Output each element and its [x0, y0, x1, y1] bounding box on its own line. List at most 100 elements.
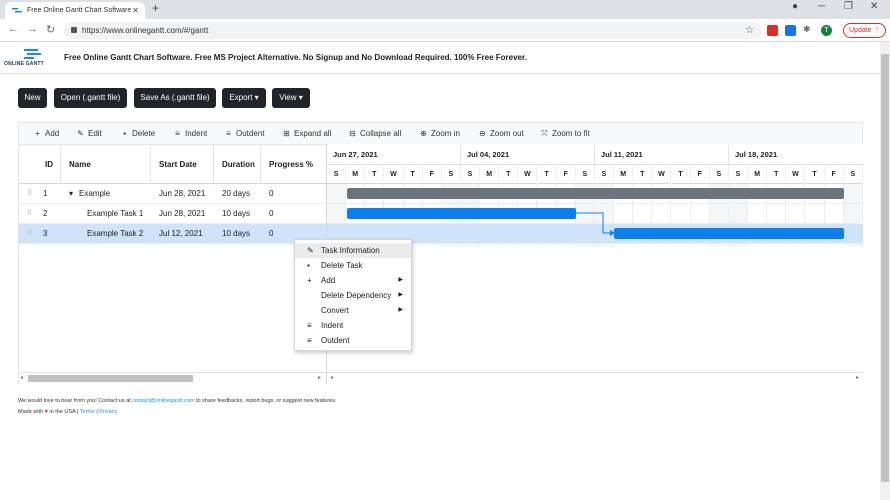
tab-close-icon[interactable]: ✕	[132, 2, 139, 19]
profile-menu-icon[interactable]: ●	[792, 1, 798, 12]
outdent-label: Outdent	[236, 129, 265, 138]
table-row[interactable]: ⠿ 1 ▾ Example Jun 28, 2021 20 days 0	[19, 184, 327, 204]
update-button[interactable]: Update ⋮	[843, 23, 886, 38]
menu-item-task-information[interactable]: ✎ Task Information	[295, 243, 411, 258]
submenu-arrow-icon: ▶	[398, 292, 403, 298]
add-task-button[interactable]: + Add	[33, 123, 59, 145]
day-header: W	[384, 165, 404, 184]
cell-start-date: Jun 28, 2021	[159, 209, 206, 218]
zoom-out-label: Zoom out	[490, 129, 524, 138]
indent-icon: ≡	[175, 129, 180, 138]
day-header: T	[365, 165, 385, 184]
day-header: W	[786, 165, 806, 184]
pdf-extension-icon[interactable]	[767, 25, 778, 36]
browser-toolbar: ← → ↻ https://www.onlinegantt.com/#/gant…	[0, 19, 890, 42]
timeline-scroll-right-icon[interactable]: ▸	[856, 374, 859, 381]
new-tab-icon[interactable]: +	[152, 1, 159, 15]
day-header: F	[690, 165, 710, 184]
extension-icon[interactable]	[785, 25, 796, 36]
day-header: M	[346, 165, 366, 184]
menu-item-add[interactable]: + Add ▶	[295, 273, 411, 288]
col-header-duration[interactable]: Duration	[214, 145, 261, 185]
edit-label: Edit	[88, 129, 102, 138]
plus-icon: +	[307, 276, 312, 285]
privacy-link[interactable]: Privacy	[99, 409, 117, 415]
close-window-icon[interactable]: ✕	[870, 1, 878, 12]
cell-start-date: Jun 28, 2021	[159, 189, 206, 198]
cell-id: 1	[43, 189, 48, 198]
expand-all-label: Expand all	[294, 129, 332, 138]
day-header: T	[499, 165, 519, 184]
menu-item-delete-task[interactable]: ▪ Delete Task	[295, 258, 411, 273]
reload-icon[interactable]: ↻	[46, 23, 55, 36]
cell-progress: 0	[269, 209, 274, 218]
restore-icon[interactable]: ❐	[844, 1, 853, 12]
menu-item-indent[interactable]: ≡ Indent	[295, 318, 411, 333]
grid-horizontal-scrollbar[interactable]: ◂ ▸ ◂ ▸	[18, 372, 863, 384]
col-header-start-date[interactable]: Start Date	[151, 145, 214, 185]
logo[interactable]: ONLINE GANTT	[4, 49, 54, 69]
forward-icon[interactable]: →	[27, 23, 38, 35]
day-header: S	[594, 165, 615, 184]
bookmark-star-icon[interactable]: ☆	[745, 22, 754, 39]
task-grid: ID Name Start Date Duration Progress % ⠿…	[18, 144, 327, 384]
puzzle-extensions-icon[interactable]: ✱	[803, 24, 811, 35]
zoom-out-icon: ⊖	[479, 129, 486, 138]
export-dropdown-button[interactable]: Export ▾	[222, 88, 266, 108]
grid-scrollbar-thumb[interactable]	[28, 375, 193, 382]
context-menu: ✎ Task Information ▪ Delete Task + Add ▶ Del…	[294, 239, 412, 351]
menu-item-delete-dependency[interactable]: Delete Dependency ▶	[295, 288, 411, 303]
tab-title: Free Online Gantt Chart Software	[27, 7, 132, 14]
col-header-name[interactable]: Name	[61, 145, 151, 185]
back-icon[interactable]: ←	[8, 23, 19, 35]
cell-progress: 0	[269, 189, 274, 198]
footer-separator: |	[96, 409, 98, 415]
edit-task-button[interactable]: ✎ Edit	[76, 123, 102, 145]
scroll-right-icon[interactable]: ▸	[318, 374, 321, 381]
address-bar[interactable]: https://www.onlinegantt.com/#/gantt ☆	[64, 22, 762, 39]
outdent-icon: ≡	[226, 129, 231, 138]
view-dropdown-button[interactable]: View ▾	[272, 88, 310, 108]
cell-duration: 10 days	[222, 229, 251, 238]
drag-handle-icon[interactable]: ⠿	[27, 224, 32, 244]
outdent-button[interactable]: ≡ Outdent	[224, 123, 264, 145]
new-button[interactable]: New	[18, 88, 47, 108]
scroll-left-icon[interactable]: ◂	[20, 374, 23, 381]
cell-name: Example Task 1	[87, 209, 144, 218]
zoom-in-button[interactable]: ⊕ Zoom in	[419, 123, 460, 145]
browser-tabstrip: Free Online Gantt Chart Software ✕ + ● ─…	[0, 0, 890, 19]
menu-item-outdent[interactable]: ≡ Outdent	[295, 333, 411, 348]
url-text: https://www.onlinegantt.com/#/gantt	[82, 26, 209, 35]
zoom-out-button[interactable]: ⊖ Zoom out	[478, 123, 524, 145]
cell-start-date: Jul 12, 2021	[159, 229, 203, 238]
zoom-to-fit-button[interactable]: ⤧ Zoom to fit	[540, 123, 590, 145]
menu-label: Outdent	[321, 336, 350, 345]
delete-task-button[interactable]: ▪ Delete	[120, 123, 155, 145]
open-file-button[interactable]: Open (.gantt file)	[54, 88, 127, 108]
table-row[interactable]: ⠿ 2 Example Task 1 Jun 28, 2021 10 days …	[19, 204, 327, 224]
collapse-toggle-icon[interactable]: ▾	[69, 184, 73, 204]
contact-email-link[interactable]: contact@onlinegantt.com	[132, 398, 194, 404]
drag-handle-icon[interactable]: ⠿	[27, 204, 32, 224]
menu-item-convert[interactable]: Convert ▶	[295, 303, 411, 318]
save-as-button[interactable]: Save As (.gantt file)	[134, 88, 216, 108]
col-header-progress[interactable]: Progress %	[261, 145, 327, 185]
col-header-id[interactable]: ID	[19, 145, 61, 185]
minimize-icon[interactable]: ─	[818, 1, 825, 12]
profile-avatar[interactable]: T	[821, 25, 832, 36]
collapse-all-button[interactable]: ⊟ Collapse all	[348, 123, 401, 145]
page-scrollbar[interactable]	[880, 42, 890, 500]
day-header: S	[327, 165, 347, 184]
expand-all-button[interactable]: ⊞ Expand all	[282, 123, 331, 145]
lock-icon	[71, 27, 77, 33]
timeline-scroll-left-icon[interactable]: ◂	[330, 374, 333, 381]
indent-button[interactable]: ≡ Indent	[173, 123, 207, 145]
update-label: Update	[849, 27, 872, 34]
footer-made-with: Made with ♥ in the USA | Terms | Privacy	[18, 409, 117, 415]
browser-tab[interactable]: Free Online Gantt Chart Software ✕	[5, 2, 145, 19]
table-row-selected[interactable]: ⠿ 3 Example Task 2 Jul 12, 2021 10 days …	[19, 224, 327, 244]
cell-duration: 20 days	[222, 189, 251, 198]
terms-link[interactable]: Terms	[80, 409, 95, 415]
drag-handle-icon[interactable]: ⠿	[27, 184, 32, 204]
page-scrollbar-thumb[interactable]	[881, 54, 889, 482]
